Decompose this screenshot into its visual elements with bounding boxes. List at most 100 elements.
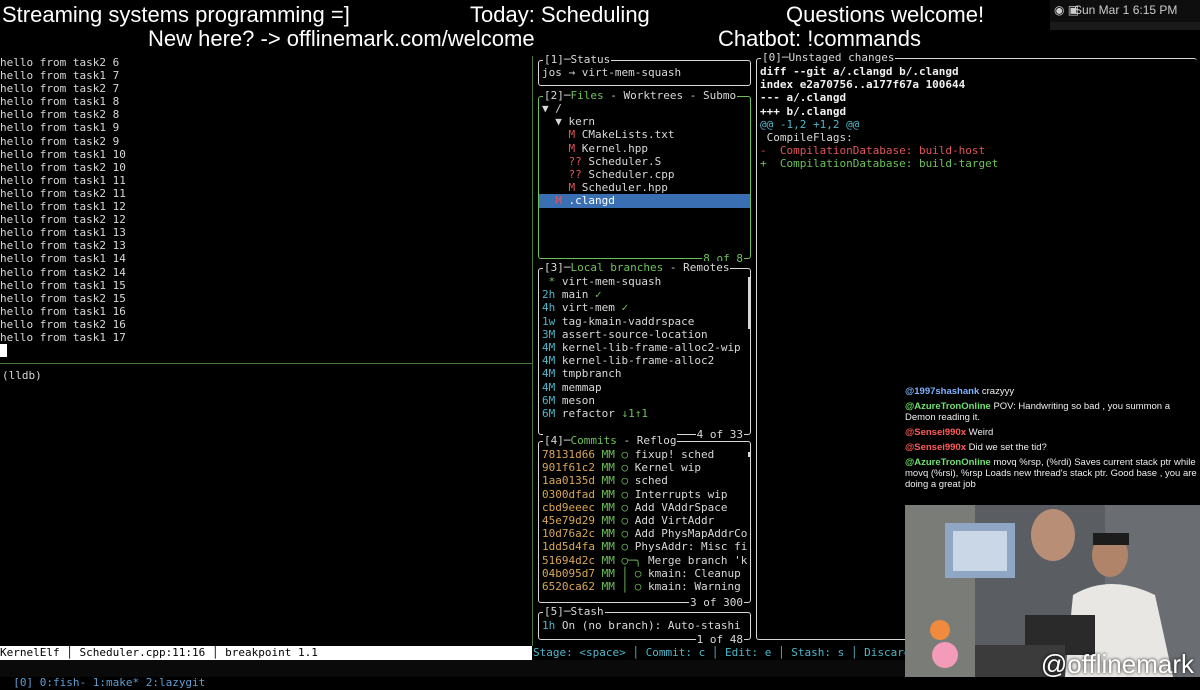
branch-age: * [542,275,556,288]
chat-username[interactable]: @Sensei990x [905,427,966,438]
branch-name: kernel-lib-frame-alloc2-wip [561,340,741,354]
file-item[interactable]: ▼ kern [539,115,750,128]
stash-item[interactable]: 1h On (no branch): Auto-stashi [539,619,750,632]
branch-sync-status: ✓ [614,301,629,315]
branches-panel-title[interactable]: [3]─Local branches - Remotes [543,261,731,274]
files-other-tabs[interactable]: - Worktrees - Submo [604,89,736,102]
file-name: Scheduler.cpp [588,167,675,181]
branch-item[interactable]: 4h virt-mem ✓ [539,301,750,314]
file-name: Kernel.hpp [581,141,648,155]
lazygit-stash-panel[interactable]: [5]─Stash 1h On (no branch): Auto-stashi… [538,605,751,646]
file-status-badge: M [555,194,562,208]
lldb-prompt[interactable]: (lldb) [2,369,42,382]
commit-item[interactable]: 51694d2c MM ○─╮ Merge branch 'k [539,554,750,567]
branch-item[interactable]: 1w tag-kmain-vaddrspace [539,315,750,328]
branch-item[interactable]: 4M memmap [539,381,750,394]
chat-username[interactable]: @1997shashank [905,386,979,397]
branch-item[interactable]: 2h main ✓ [539,288,750,301]
stash-age: 1h [542,619,556,632]
pane-divider-vertical[interactable] [532,56,533,646]
file-item[interactable]: M Scheduler.hpp [539,181,750,194]
commit-item[interactable]: cbd9eeec MM ○ Add VAddrSpace [539,501,750,514]
chat-username[interactable]: @Sensei990x [905,442,966,453]
menubar-strip [1050,22,1200,30]
file-status-badge: ?? [568,167,582,181]
file-item[interactable]: ▼ / [539,102,750,115]
commit-item[interactable]: 78131d66 MM ○ fixup! sched [539,448,750,461]
commit-graph: MM ○ [601,474,629,488]
program-output-pane[interactable]: hello from task2 6 hello from task1 7 hell… [0,56,532,646]
lazygit-files-panel[interactable]: [2]─Files - Worktrees - Submo ▼ / ▼ kern… [538,89,751,265]
diff-line: + CompilationDatabase: build-target [760,157,999,171]
files-panel-title[interactable]: [2]─Files - Worktrees - Submo [543,89,738,102]
banner-topic: Today: Scheduling [470,2,650,27]
branches-scrollbar[interactable] [748,277,751,329]
commit-item[interactable]: 04b095d7 MM │ ○ kmain: Cleanup [539,567,750,580]
commit-hash: 04b095d7 [542,566,595,580]
commit-hash: cbd9eeec [542,500,595,514]
commits-panel-number: [4]─ [544,434,571,447]
stash-count: 1 of 48 [695,633,744,646]
file-item[interactable]: M CMakeLists.txt [539,128,750,141]
local-branches-tab[interactable]: Local branches [571,261,664,274]
file-item[interactable]: ?? Scheduler.S [539,155,750,168]
branch-item[interactable]: * virt-mem-squash [539,275,750,288]
tmux-window-list[interactable]: [0] 0:fish- 1:make* 2:lazygit [13,676,205,689]
branch-item[interactable]: 4M kernel-lib-frame-alloc2 [539,354,750,367]
terminal-line: hello from task2 11 [0,186,126,200]
commits-count: 3 of 300 [689,596,744,609]
commit-item[interactable]: 901f61c2 MM ○ Kernel wip [539,461,750,474]
branch-item[interactable]: 4M tmpbranch [539,367,750,380]
chat-username[interactable]: @AzureTronOnline [905,401,991,412]
terminal-line: hello from task1 15 [0,278,126,292]
banner-title: Streaming systems programming =] [2,2,350,27]
commit-item[interactable]: 10d76a2c MM ○ Add PhysMapAddrCo [539,527,750,540]
commit-graph: MM ○ [601,461,629,475]
remotes-tab[interactable]: - Remotes [663,261,730,274]
branch-item[interactable]: 3M assert-source-location [539,328,750,341]
branches-list: * virt-mem-squash 2h main ✓ 4h virt-mem ✓ 1… [539,275,750,420]
banner-new-here: New here? -> offlinemark.com/welcome [148,26,535,51]
menubar-clock[interactable]: Sun Mar 1 6:15 PM [1074,3,1177,17]
branch-name: refactor [561,406,615,420]
commit-item[interactable]: 6520ca62 MM │ ○ kmain: Warning [539,580,750,593]
stash-message: On (no branch): Auto-stashi [561,619,741,632]
file-item[interactable]: ?? Scheduler.cpp [539,168,750,181]
file-status-badge: M [568,141,576,155]
reflog-tab[interactable]: - Reflog [617,434,676,447]
branch-item[interactable]: 4M kernel-lib-frame-alloc2-wip [539,341,750,354]
branch-item[interactable]: 6M refactor ↓1↑1 [539,407,750,420]
branches-count: 4 of 33 [695,428,744,441]
branch-age: 4M [542,340,556,354]
banner-questions: Questions welcome! [786,2,985,27]
branch-age: 6M [542,393,556,407]
diff-line: @@ -1,2 +1,2 @@ [760,117,860,131]
terminal-cursor-line [0,344,532,358]
commit-item[interactable]: 1dd5d4fa MM ○ PhysAddr: Misc fi [539,540,750,553]
commit-item[interactable]: 0300dfad MM ○ Interrupts wip [539,488,750,501]
lazygit-commits-panel[interactable]: [4]─Commits - Reflog 78131d66 MM ○ fixup… [538,434,751,609]
commits-tab[interactable]: Commits [571,434,617,447]
pane-divider-horizontal[interactable] [0,363,532,364]
chat-message: @Sensei990x Weird [905,427,1200,438]
files-tab[interactable]: Files [571,89,604,102]
stash-panel-title[interactable]: [5]─Stash [543,605,605,618]
file-item[interactable]: M .clangd [539,194,750,208]
terminal-line: hello from task2 6 [0,56,120,69]
commits-panel-title[interactable]: [4]─Commits - Reflog [543,434,678,447]
commit-hash: 6520ca62 [542,579,595,593]
file-item[interactable]: M Kernel.hpp [539,142,750,155]
lazygit-status-panel[interactable]: [1]─Status jos → virt-mem-squash [538,53,751,86]
commits-scrollbar[interactable] [748,452,751,457]
diff-line: CompileFlags: [760,130,853,144]
chat-message: @AzureTronOnline movq %rsp, (%rdi) Saves… [905,457,1200,490]
commit-message: Add PhysMapAddrCo [634,527,748,541]
commit-item[interactable]: 1aa0135d MM ○ sched [539,474,750,487]
commit-message: Merge branch 'k [647,553,748,567]
commit-item[interactable]: 45e79d29 MM ○ Add VirtAddr [539,514,750,527]
files-tree: ▼ / ▼ kern M CMakeLists.txt M Kernel.hpp… [539,102,750,208]
lazygit-branches-panel[interactable]: [3]─Local branches - Remotes * virt-mem-… [538,261,751,441]
chat-username[interactable]: @AzureTronOnline [905,457,991,468]
commit-hash: 51694d2c [542,553,595,567]
branch-item[interactable]: 6M meson [539,394,750,407]
